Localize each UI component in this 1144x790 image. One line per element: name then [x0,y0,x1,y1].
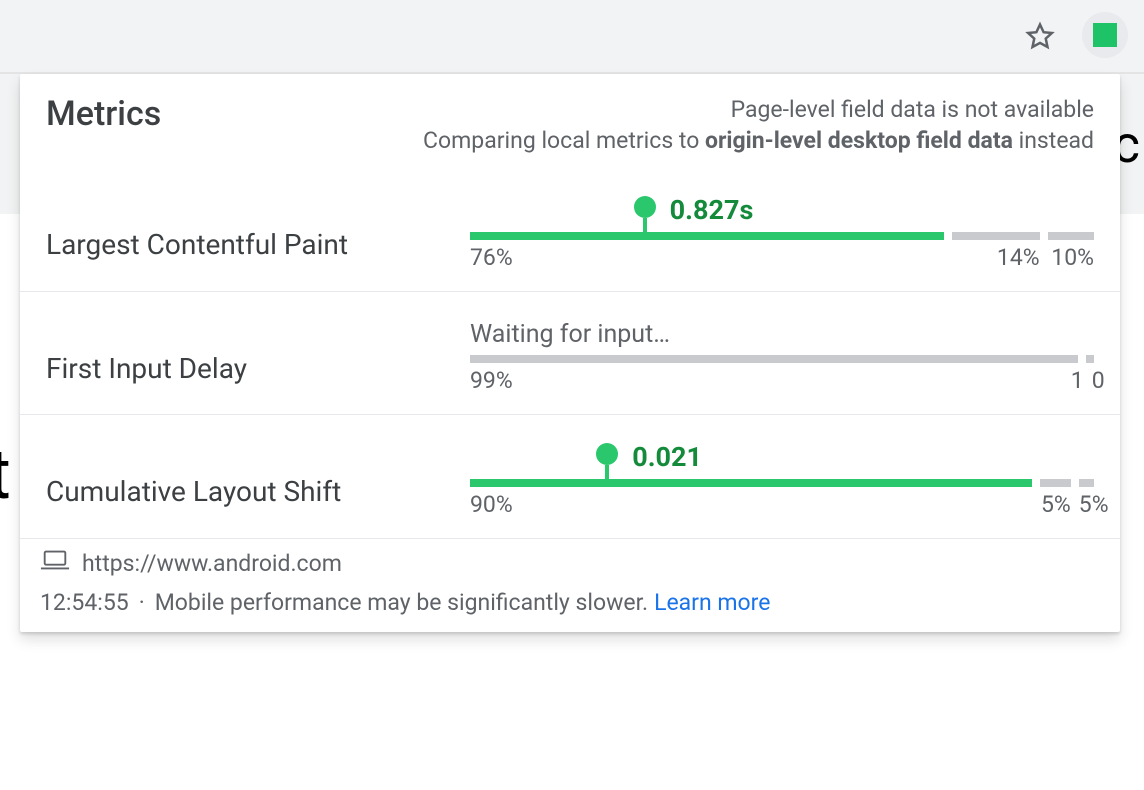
metric-body-cls: 0.021 90% 5% 5% [470,443,1094,518]
metric-row-lcp: Largest Contentful Paint 0.827s 76% 14% … [20,168,1120,292]
seg-cls-good [470,479,1032,487]
pct-cls-good: 90% [470,491,1032,518]
footer-status-row: 12:54:55 · Mobile performance may be sig… [40,589,1094,616]
timestamp: 12:54:55 [40,589,129,616]
metric-pcts-fid: 99% 1 0 [470,367,1094,394]
marker-dot-icon [634,196,656,218]
metric-label-lcp: Largest Contentful Paint [46,196,456,261]
pct-fid-good: 99% [470,367,1063,394]
marker-stem-icon [605,465,609,487]
metric-row-cls: Cumulative Layout Shift 0.021 90% 5% 5% [20,415,1120,539]
metric-body-lcp: 0.827s 76% 14% 10% [470,196,1094,271]
bookmark-star-icon[interactable] [1022,18,1058,54]
seg-cls-ni [1040,479,1071,487]
seg-fid-ni [1086,355,1094,363]
mobile-warning-text: Mobile performance may be significantly … [155,589,648,616]
laptop-icon [40,549,70,577]
note-line2-prefix: Comparing local metrics to [423,127,705,154]
pct-cls-ni: 5% [1040,491,1071,518]
metric-bar-fid [470,355,1094,363]
tested-url: https://www.android.com [82,550,342,577]
marker-stem-icon [643,218,647,240]
pct-lcp-good: 76% [470,244,944,271]
metric-message-fid: Waiting for input… [470,320,1094,349]
metric-bar-cls [470,479,1094,487]
popup-footer: https://www.android.com 12:54:55 · Mobil… [20,539,1120,624]
popup-data-source-note: Page-level field data is not available C… [181,94,1094,156]
metric-label-cls: Cumulative Layout Shift [46,443,456,508]
metric-row-fid: First Input Delay Waiting for input… 99%… [20,292,1120,415]
popup-title: Metrics [46,94,161,134]
pct-cls-poor: 5% [1079,491,1109,518]
metric-value-lcp: 0.827s [670,194,754,226]
metric-bar-lcp [470,232,1094,240]
footer-url-row: https://www.android.com [40,549,1094,577]
metric-pcts-lcp: 76% 14% 10% [470,244,1094,271]
pct-lcp-poor: 10% [1048,244,1094,271]
pct-fid-ni: 1 [1071,367,1084,394]
metric-body-fid: Waiting for input… 99% 1 0 [470,320,1094,394]
metric-value-cls: 0.021 [632,441,702,473]
metric-label-fid: First Input Delay [46,320,456,385]
learn-more-link[interactable]: Learn more [654,589,770,616]
extension-button[interactable] [1082,12,1128,58]
seg-lcp-poor [1048,232,1094,240]
marker-dot-icon [596,443,618,465]
seg-lcp-good [470,232,944,240]
note-line2-bold: origin-level desktop field data [705,127,1013,154]
browser-toolbar [0,0,1144,74]
web-vitals-extension-icon [1093,23,1117,47]
seg-cls-poor [1079,479,1094,487]
separator-dot: · [135,589,149,616]
seg-fid-good [470,355,1078,363]
popup-header: Metrics Page-level field data is not ava… [20,74,1120,168]
seg-lcp-ni [952,232,1039,240]
pct-fid-poor: 0 [1092,367,1105,394]
note-line2-suffix: instead [1013,127,1094,154]
pct-lcp-ni: 14% [952,244,1039,271]
metric-pcts-cls: 90% 5% 5% [470,491,1094,518]
web-vitals-popup: Metrics Page-level field data is not ava… [20,74,1120,632]
note-line1: Page-level field data is not available [731,96,1094,123]
